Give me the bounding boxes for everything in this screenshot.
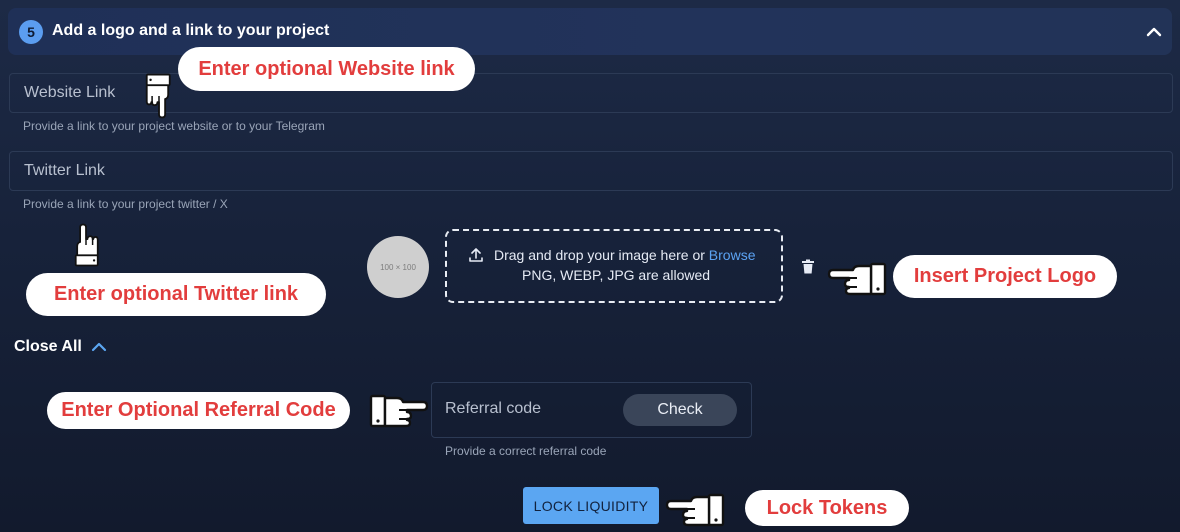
trash-icon[interactable] (801, 259, 815, 275)
step-number-badge: 5 (19, 20, 43, 44)
pointing-hand-icon (368, 390, 430, 430)
twitter-link-helper: Provide a link to your project twitter /… (23, 197, 228, 211)
close-all-toggle[interactable]: Close All (14, 338, 107, 356)
callout-twitter: Enter optional Twitter link (26, 273, 326, 316)
callout-website: Enter optional Website link (178, 47, 475, 91)
pointing-hand-icon (664, 489, 726, 529)
logo-dropzone[interactable] (445, 229, 783, 303)
browse-link[interactable]: Browse (709, 247, 756, 263)
upload-icon (469, 248, 483, 262)
logo-preview-placeholder: 100 × 100 (367, 236, 429, 298)
callout-referral: Enter Optional Referral Code (47, 392, 350, 429)
allowed-formats-text: PNG, WEBP, JPG are allowed (522, 267, 711, 283)
pointing-hand-icon (826, 258, 888, 298)
lock-liquidity-button[interactable]: LOCK LIQUIDITY (523, 487, 659, 524)
referral-code-input[interactable]: Referral code (445, 400, 541, 418)
pointing-hand-icon (64, 218, 108, 272)
pointing-hand-icon (136, 68, 182, 124)
twitter-link-placeholder: Twitter Link (24, 162, 105, 179)
callout-lock: Lock Tokens (745, 490, 909, 526)
twitter-link-input[interactable]: Twitter Link (9, 151, 1173, 191)
website-link-placeholder: Website Link (24, 84, 116, 101)
dropzone-text: Drag and drop your image here or (494, 247, 705, 263)
callout-logo: Insert Project Logo (893, 255, 1117, 298)
chevron-up-icon[interactable] (1143, 22, 1165, 42)
check-referral-button[interactable]: Check (623, 394, 737, 426)
referral-code-helper: Provide a correct referral code (445, 444, 607, 458)
close-all-label: Close All (14, 338, 82, 355)
chevron-up-icon (91, 342, 106, 352)
section-title: Add a logo and a link to your project (52, 22, 330, 39)
dropzone-instructions: Drag and drop your image here or Browse (468, 247, 755, 263)
